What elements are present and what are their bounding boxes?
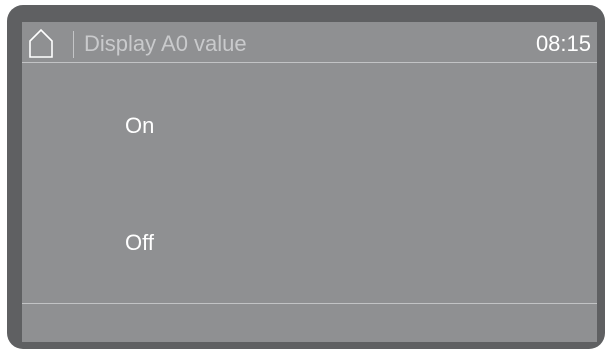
- device-bezel: Display A0 value 08:15 On Off: [7, 5, 605, 349]
- footer-bar: [22, 304, 597, 342]
- home-icon: [29, 28, 53, 58]
- header-bar: Display A0 value 08:15: [22, 22, 597, 62]
- home-button[interactable]: [24, 26, 64, 60]
- option-off-label: Off: [125, 230, 154, 255]
- header-divider: [73, 31, 74, 58]
- display-screen: Display A0 value 08:15 On Off: [22, 22, 597, 342]
- option-on[interactable]: On: [22, 76, 597, 176]
- clock-time: 08:15: [535, 31, 591, 56]
- page-title: Display A0 value: [84, 31, 247, 56]
- option-off[interactable]: Off: [22, 193, 597, 293]
- header-divider-line: [22, 62, 597, 63]
- option-on-label: On: [125, 113, 155, 138]
